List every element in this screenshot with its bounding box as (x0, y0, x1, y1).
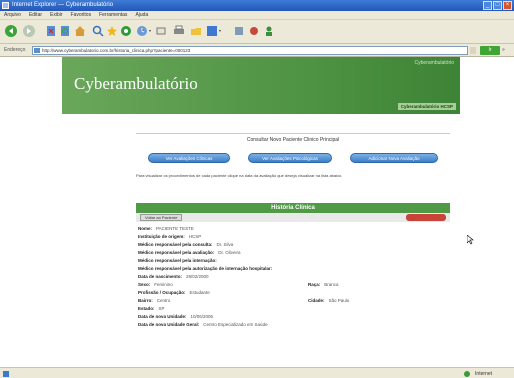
mail-icon (156, 27, 166, 35)
history-icon (137, 26, 151, 36)
minimize-button[interactable]: _ (483, 1, 492, 10)
media-icon (121, 26, 131, 36)
field-row: Médico responsável pela autorização de i… (138, 266, 273, 271)
back-button[interactable] (4, 24, 18, 38)
field-row: Cidade: São Paulo (308, 298, 350, 303)
internet-zone-icon (464, 371, 470, 377)
edit-button[interactable] (190, 24, 202, 38)
mouse-cursor-icon (466, 234, 474, 247)
star-icon (107, 26, 117, 36)
address-input[interactable]: http://www.cyberambulatorio.com.br/histo… (32, 46, 468, 55)
menu-favorites[interactable]: Favoritos (71, 11, 92, 19)
field-row: Sexo: Feminino (138, 282, 173, 287)
window-controls: _ □ × (483, 1, 512, 10)
window-titlebar: Internet Explorer — Cyberambulatório _ □… (0, 0, 514, 11)
browser-toolbar (0, 20, 514, 44)
red-action-button[interactable] (406, 214, 446, 221)
links-label[interactable]: » (502, 47, 505, 53)
field-row: Data de nascimento: 29/02/2000 (138, 274, 209, 279)
refresh-icon (61, 26, 69, 36)
history-header: História Clínica (136, 203, 450, 213)
stop-button[interactable] (46, 24, 56, 38)
back-arrow-icon (5, 25, 17, 37)
media-button[interactable] (120, 24, 132, 38)
site-banner: Cyberambulatório Cyberambulatório Cybera… (62, 57, 460, 114)
menu-bar: Arquivo Editar Exibir Favoritos Ferramen… (0, 11, 514, 20)
nav-button-row: Ver Avaliações Clínicas Ver Avaliações P… (136, 153, 450, 163)
menu-help[interactable]: Ajuda (135, 11, 148, 19)
field-row: Médico responsável pela consulta: Dr. Sil… (138, 242, 234, 247)
users-button[interactable] (264, 24, 274, 38)
window-title: Internet Explorer — Cyberambulatório (12, 2, 114, 8)
stop-icon (47, 26, 55, 36)
address-url: http://www.cyberambulatorio.com.br/histo… (42, 48, 191, 53)
add-evaluation-button[interactable]: Adicionar Nova Avaliação (350, 153, 438, 163)
field-row: Data de nova Unidade Geral: Centro Especi… (138, 322, 268, 327)
banner-bottom-right-text: Cyberambulatório HCSP (397, 103, 456, 110)
page-viewport: Cyberambulatório Cyberambulatório Cybera… (0, 57, 514, 367)
page-icon (34, 48, 40, 53)
field-row: Nome: PACIENTE TESTE (138, 226, 194, 231)
divider (136, 133, 450, 134)
view-psych-button[interactable]: Ver Avaliações Psicológicas (248, 153, 332, 163)
field-row: Bairro: Centro (138, 298, 171, 303)
menu-tools[interactable]: Ferramentas (99, 11, 127, 19)
field-row: Profissão / Ocupação: Estudante (138, 290, 210, 295)
home-button[interactable] (74, 24, 86, 38)
field-row: Instituição de origem: HCSP (138, 234, 202, 239)
messenger-icon (207, 26, 221, 36)
view-clinical-button[interactable]: Ver Avaliações Clínicas (148, 153, 230, 163)
instruction-note: Para visualizar os procedimentos de cada… (136, 173, 343, 178)
search-icon (92, 25, 104, 37)
messenger-button[interactable] (206, 24, 222, 38)
users-icon (266, 26, 272, 36)
site-title: Cyberambulatório (74, 74, 198, 93)
history-button[interactable] (136, 24, 152, 38)
home-icon (75, 26, 85, 36)
forward-arrow-icon (23, 25, 35, 37)
status-bar: Internet (0, 367, 514, 378)
address-dropdown-icon[interactable] (470, 47, 476, 54)
field-row: Data de nova Unidade: 10/06/2006 (138, 314, 214, 319)
research-button[interactable] (248, 24, 260, 38)
field-row: Estado: SP (138, 306, 165, 311)
favorites-button[interactable] (106, 24, 118, 38)
forward-button[interactable] (22, 24, 36, 38)
address-label: Endereço (4, 47, 26, 53)
go-button[interactable]: Ir (480, 46, 500, 55)
field-row: Médico responsável pela internação: (138, 258, 217, 263)
research-icon (250, 27, 258, 35)
maximize-button[interactable]: □ (493, 1, 502, 10)
address-bar: Endereço http://www.cyberambulatorio.com… (0, 44, 514, 57)
history-subbar: Voltar ao Paciente (136, 213, 450, 222)
banner-top-right-text: Cyberambulatório (414, 60, 454, 66)
folder-icon (191, 28, 201, 35)
close-button[interactable]: × (503, 1, 512, 10)
print-icon (174, 25, 184, 34)
zone-label: Internet (475, 371, 492, 377)
page-status-icon (3, 371, 9, 377)
search-button[interactable] (92, 24, 104, 38)
menu-edit[interactable]: Editar (29, 11, 42, 19)
menu-file[interactable]: Arquivo (4, 11, 21, 19)
field-row: Médico responsável pela avaliação: Dr. Ol… (138, 250, 241, 255)
refresh-button[interactable] (60, 24, 70, 38)
print-button[interactable] (172, 24, 186, 38)
menu-view[interactable]: Exibir (50, 11, 63, 19)
back-to-patient-button[interactable]: Voltar ao Paciente (140, 214, 183, 221)
discuss-button[interactable] (234, 24, 244, 38)
mail-button[interactable] (156, 24, 166, 38)
field-row: Raça: Branca (308, 282, 339, 287)
consult-text[interactable]: Consultar Novo Paciente Clinico Principa… (136, 137, 450, 143)
discuss-icon (235, 27, 243, 35)
browser-app-icon (2, 2, 9, 9)
